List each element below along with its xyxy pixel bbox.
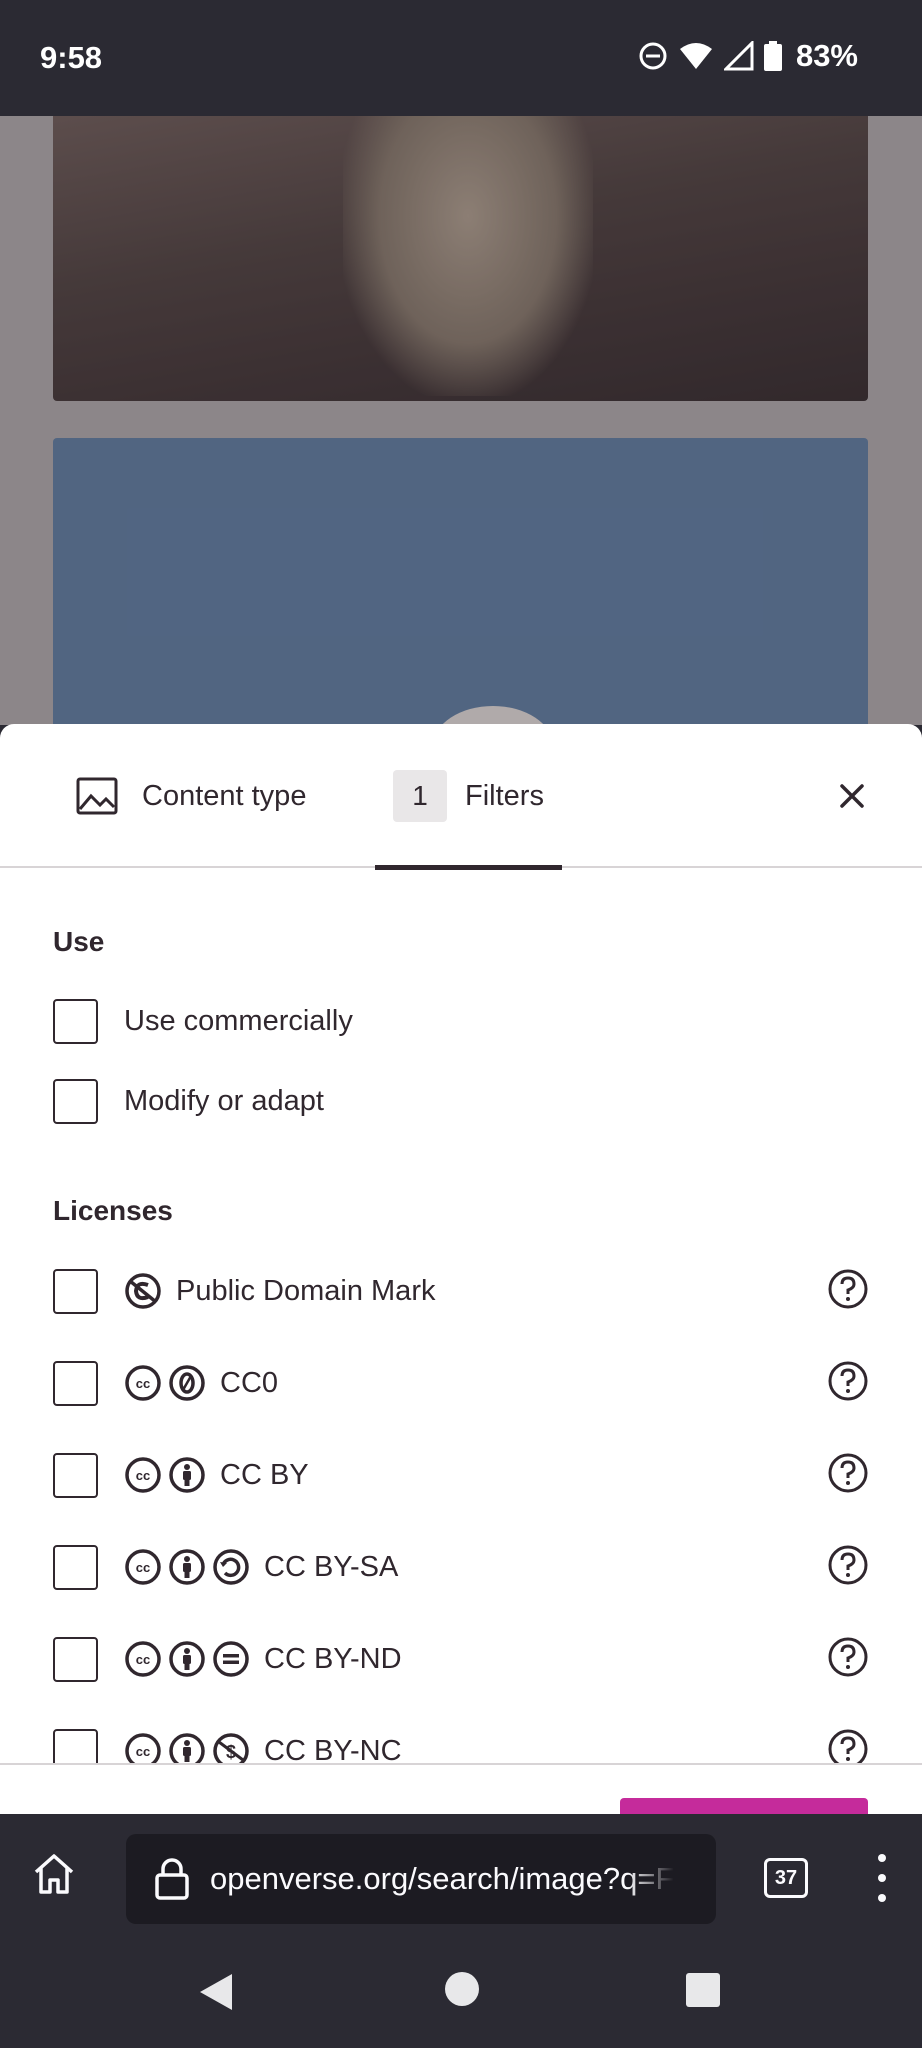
home-nav-button[interactable]	[445, 1972, 479, 2006]
status-time: 9:58	[40, 40, 103, 75]
license-icons: cc	[124, 1456, 206, 1494]
license-cc0[interactable]: cc CC0	[53, 1360, 869, 1406]
use-section-title: Use	[53, 926, 105, 957]
help-icon[interactable]	[827, 1636, 869, 1678]
checkbox[interactable]	[53, 1268, 98, 1314]
back-icon[interactable]	[198, 1972, 234, 2012]
url-bar[interactable]: openverse.org/search/image?q=F	[126, 1834, 716, 1924]
background-results	[0, 116, 922, 725]
by-icon	[169, 1457, 205, 1493]
svg-text:cc: cc	[136, 1468, 150, 1483]
license-icons	[124, 1272, 162, 1310]
license-cc-by-sa[interactable]: cc CC BY-SA	[53, 1544, 869, 1590]
cc-icon: cc	[125, 1365, 161, 1401]
license-label: CC BY-ND	[264, 1642, 402, 1675]
svg-text:cc: cc	[136, 1376, 150, 1391]
help-icon[interactable]	[827, 1268, 869, 1310]
help-icon[interactable]	[827, 1452, 869, 1494]
recents-button[interactable]	[686, 1973, 720, 2007]
status-bar: 9:58 83%	[0, 0, 922, 116]
cc-icon: cc	[125, 1641, 161, 1677]
license-label: CC0	[220, 1366, 279, 1399]
image-icon	[76, 777, 118, 815]
checkbox[interactable]	[53, 1360, 98, 1406]
license-label: Public Domain Mark	[176, 1274, 436, 1307]
signal-icon	[723, 41, 754, 71]
checkbox[interactable]	[53, 1544, 98, 1590]
close-icon	[840, 784, 864, 808]
tab-content-type-label: Content type	[142, 779, 307, 812]
browser-toolbar: openverse.org/search/image?q=F 37	[0, 1814, 922, 1940]
menu-dot	[878, 1894, 886, 1902]
url-text: openverse.org/search/image?q=F	[210, 1861, 675, 1896]
battery-percent: 83%	[795, 38, 858, 73]
lock-icon	[155, 1858, 189, 1900]
help-icon[interactable]	[827, 1360, 869, 1402]
home-icon	[34, 1854, 74, 1894]
sa-icon	[213, 1549, 249, 1585]
system-navigation-bar	[0, 1940, 922, 2048]
filter-sheet: Content type 1 Filters Use Use commercia…	[0, 724, 922, 1814]
status-icons: 83%	[638, 38, 858, 74]
by-icon	[169, 1641, 205, 1677]
checkbox[interactable]	[53, 998, 98, 1044]
checkbox[interactable]	[53, 1452, 98, 1498]
browser-menu-button[interactable]	[870, 1854, 894, 1902]
filter-label: Use commercially	[124, 1004, 353, 1037]
help-icon[interactable]	[827, 1544, 869, 1586]
tab-filters[interactable]: 1 Filters	[375, 724, 562, 870]
by-icon	[169, 1549, 205, 1585]
svg-text:cc: cc	[136, 1652, 150, 1667]
license-icons: cc	[124, 1640, 250, 1678]
filters-body: Use Use commercially Modify or adapt Lic…	[0, 870, 922, 1814]
cc-icon: cc	[125, 1457, 161, 1493]
licenses-section-title: Licenses	[53, 1195, 173, 1226]
do-not-disturb-icon	[639, 42, 667, 70]
tab-filters-label: Filters	[465, 779, 544, 812]
checkbox[interactable]	[53, 1078, 98, 1124]
sheet-tabs: Content type 1 Filters	[0, 724, 922, 870]
license-public-domain-mark[interactable]: Public Domain Mark	[53, 1268, 869, 1314]
license-icons: cc	[124, 1548, 250, 1586]
menu-dot	[878, 1854, 886, 1862]
license-label: CC BY	[220, 1458, 309, 1491]
battery-icon	[763, 41, 782, 71]
license-label: CC BY-SA	[264, 1550, 399, 1583]
license-cc-by[interactable]: cc CC BY	[53, 1452, 869, 1498]
tab-count-button[interactable]: 37	[764, 1858, 808, 1898]
tab-content-type[interactable]: Content type	[76, 724, 306, 868]
svg-text:cc: cc	[136, 1560, 150, 1575]
svg-text:cc: cc	[136, 1744, 150, 1759]
filter-modify-or-adapt[interactable]: Modify or adapt	[53, 1078, 869, 1124]
license-cc-by-nd[interactable]: cc CC BY-ND	[53, 1636, 869, 1682]
menu-dot	[878, 1874, 886, 1882]
cc-icon: cc	[125, 1549, 161, 1585]
filter-use-commercially[interactable]: Use commercially	[53, 998, 869, 1044]
wifi-icon	[679, 43, 712, 69]
filter-count-badge: 1	[393, 770, 447, 822]
checkbox[interactable]	[53, 1636, 98, 1682]
nd-icon	[213, 1641, 249, 1677]
home-button[interactable]	[30, 1850, 78, 1903]
filter-label: Modify or adapt	[124, 1084, 324, 1117]
license-icons: cc	[124, 1364, 206, 1402]
pdm-icon	[125, 1273, 161, 1309]
close-button[interactable]	[830, 774, 874, 818]
zero-icon	[169, 1365, 205, 1401]
